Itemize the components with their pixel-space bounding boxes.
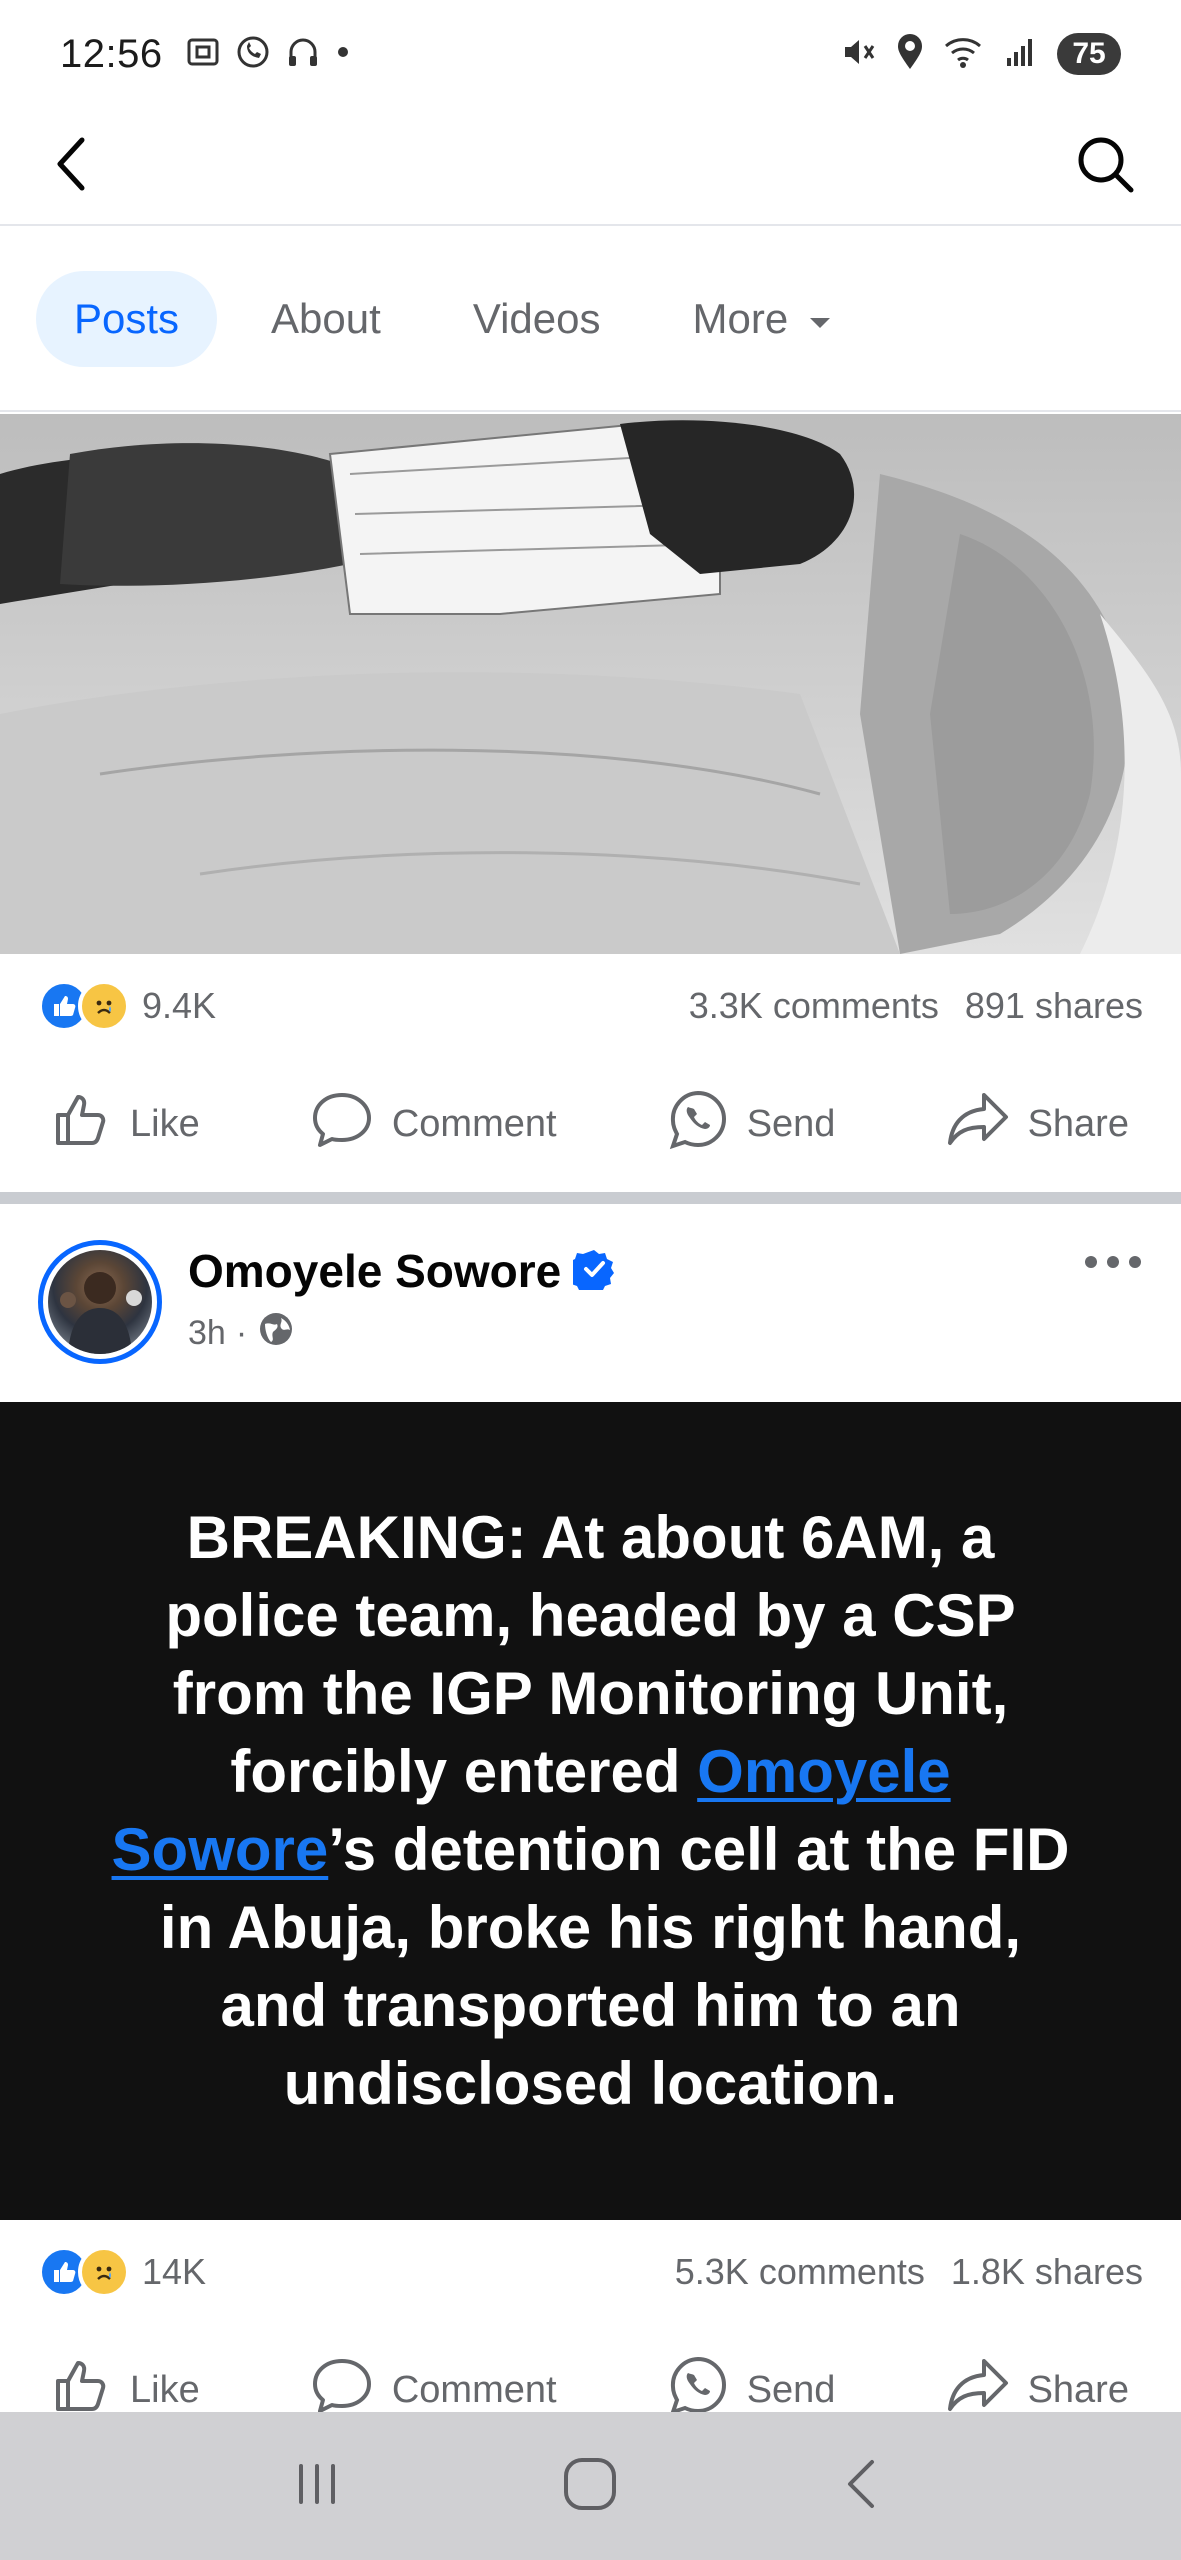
globe-icon (257, 1310, 295, 1357)
author-block: Omoyele Sowore 3h · (188, 1244, 615, 1357)
home-icon[interactable] (560, 2454, 620, 2519)
post1-actions-row: Like Comment Send Share (0, 1064, 1181, 1184)
tab-label: About (271, 295, 381, 342)
back-arrow-icon[interactable] (48, 132, 96, 201)
whatsapp-icon (235, 34, 271, 75)
post-stats: 5.3K comments 1.8K shares (675, 2251, 1143, 2293)
reaction-icons[interactable] (38, 2246, 130, 2298)
whatsapp-send-icon (667, 1088, 729, 1160)
tab-label: Posts (74, 295, 180, 342)
wifi-icon (943, 34, 985, 75)
signal-icon (1003, 34, 1039, 75)
reaction-count[interactable]: 9.4K (142, 985, 216, 1027)
system-nav-bar (0, 2412, 1181, 2560)
tab-posts[interactable]: Posts (36, 271, 218, 367)
share-button[interactable]: Share (946, 1089, 1129, 1159)
post2-reactions-row: 14K 5.3K comments 1.8K shares (0, 2222, 1181, 2322)
author-line: Omoyele Sowore (188, 1244, 615, 1298)
sad-reaction-icon (78, 980, 130, 1032)
sad-reaction-icon (78, 2246, 130, 2298)
status-left-icons (185, 34, 351, 75)
author-name[interactable]: Omoyele Sowore (188, 1244, 561, 1298)
post1-reactions-row: 9.4K 3.3K comments 891 shares (0, 956, 1181, 1056)
profile-tabs: Posts About Videos More (0, 228, 1181, 412)
status-bar: 12:56 75 (0, 0, 1181, 108)
recent-apps-icon[interactable] (287, 2454, 347, 2519)
headphones-icon (285, 34, 321, 75)
comments-count[interactable]: 3.3K comments (689, 985, 939, 1027)
like-button[interactable]: Like (52, 1089, 200, 1159)
thumbs-up-icon (52, 1089, 112, 1159)
search-icon[interactable] (1073, 132, 1137, 201)
tab-more[interactable]: More (654, 271, 872, 367)
comment-label: Comment (391, 1102, 557, 1145)
share-label: Share (1027, 1102, 1129, 1145)
post-time[interactable]: 3h (188, 1314, 226, 1353)
reaction-icons[interactable] (38, 980, 130, 1032)
post-text: BREAKING: At about 6AM, a police team, h… (100, 1499, 1081, 2123)
tab-videos[interactable]: Videos (435, 271, 639, 367)
avatar-image (48, 1250, 152, 1354)
battery-indicator: 75 (1057, 33, 1121, 75)
post-text-card[interactable]: BREAKING: At about 6AM, a police team, h… (0, 1402, 1181, 2220)
like-label: Like (130, 1102, 200, 1145)
dot-icon (335, 44, 351, 65)
reaction-count[interactable]: 14K (142, 2251, 206, 2293)
tab-label: Videos (472, 295, 601, 342)
comment-bubble-icon (310, 1089, 374, 1159)
tab-label: More (692, 295, 789, 342)
like-label: Like (130, 2368, 200, 2411)
shares-count[interactable]: 1.8K shares (951, 2251, 1143, 2293)
verified-badge-icon (568, 1248, 615, 1295)
location-icon (895, 33, 925, 76)
share-label: Share (1027, 2368, 1129, 2411)
send-label: Send (746, 1102, 836, 1145)
send-button[interactable]: Send (667, 1088, 836, 1160)
mute-icon (839, 33, 877, 76)
post-stats: 3.3K comments 891 shares (689, 985, 1143, 1027)
feed-separator (0, 1192, 1181, 1204)
top-nav (0, 108, 1181, 226)
shares-count[interactable]: 891 shares (965, 985, 1143, 1027)
screenshot-icon (185, 34, 221, 75)
more-options-icon[interactable] (1083, 1252, 1143, 1277)
comment-button[interactable]: Comment (310, 1089, 557, 1159)
post2-header: Omoyele Sowore 3h · (0, 1204, 1181, 1400)
avatar[interactable] (38, 1240, 162, 1364)
post-photo[interactable] (0, 414, 1181, 954)
caret-down-icon (806, 295, 834, 343)
comments-count[interactable]: 5.3K comments (675, 2251, 925, 2293)
send-label: Send (746, 2368, 836, 2411)
share-arrow-icon (946, 1089, 1010, 1159)
system-back-icon[interactable] (834, 2454, 894, 2519)
comment-label: Comment (391, 2368, 557, 2411)
status-right: 75 (839, 33, 1121, 76)
meta-separator: · (235, 1314, 248, 1352)
status-time: 12:56 (60, 31, 163, 76)
tab-about[interactable]: About (233, 271, 419, 367)
post-meta: 3h · (188, 1310, 615, 1357)
